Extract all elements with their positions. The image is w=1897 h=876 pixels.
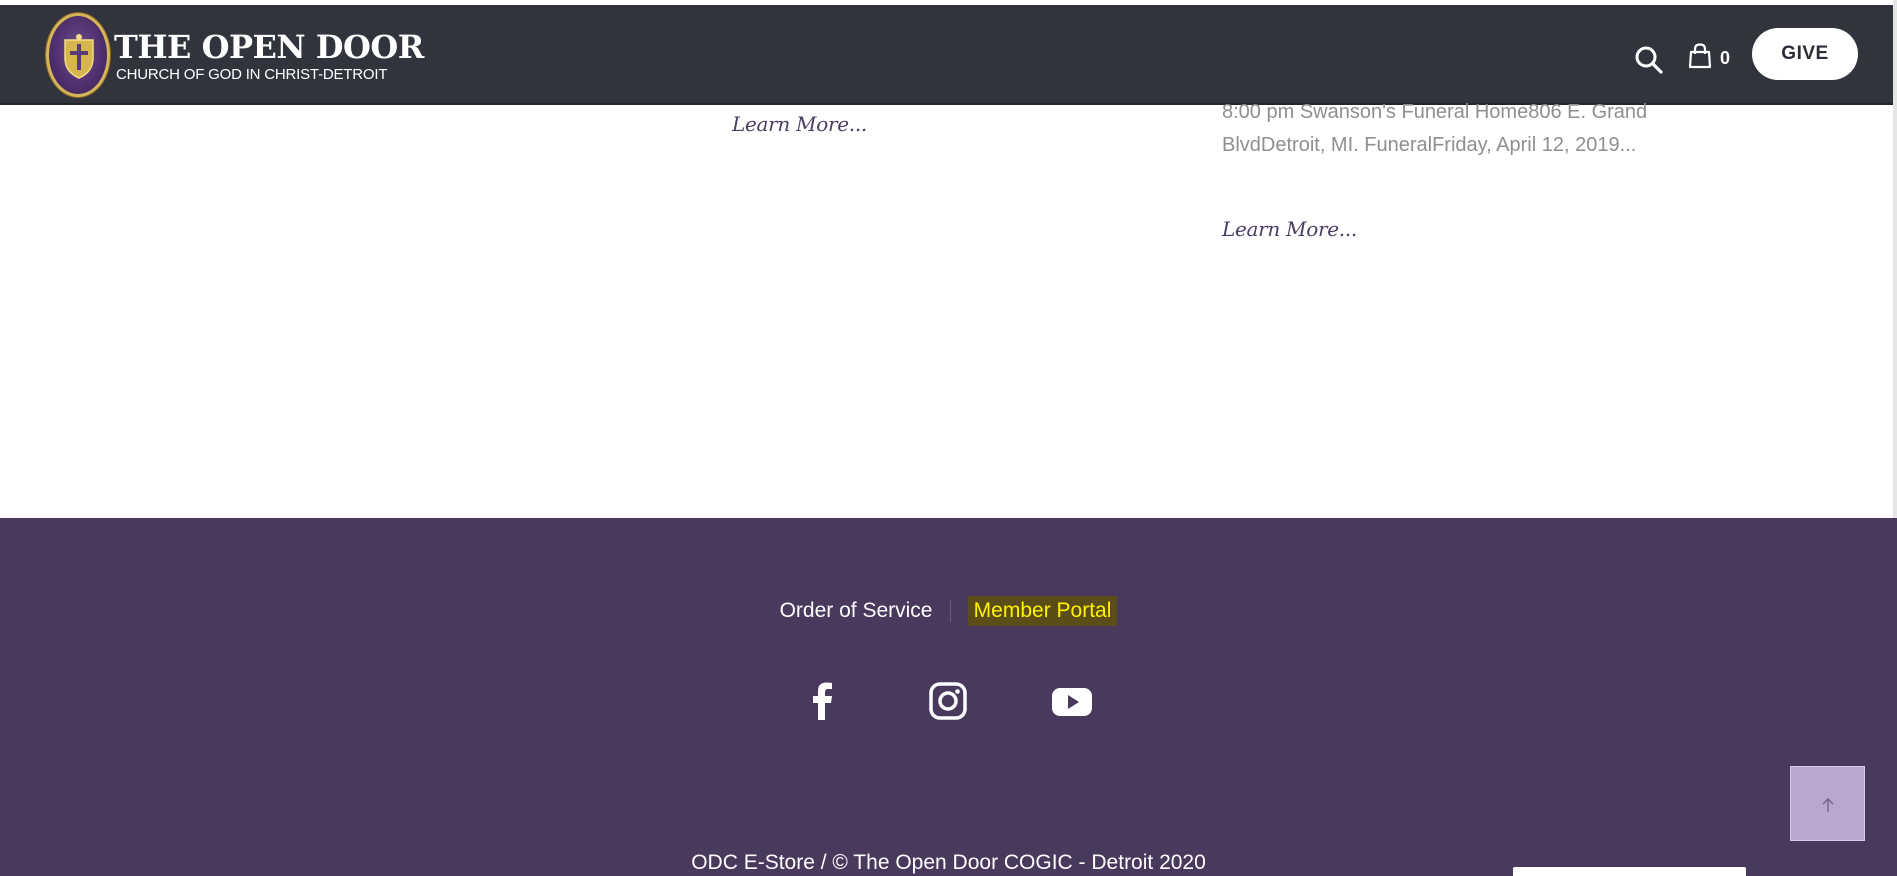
member-portal-link[interactable]: Member Portal [967, 596, 1118, 626]
chat-widget-tab[interactable] [1513, 867, 1746, 876]
shield-cross-icon [64, 34, 94, 79]
give-button[interactable]: GIVE [1752, 28, 1858, 80]
learn-more-link[interactable]: Learn More... [732, 112, 867, 136]
youtube-icon[interactable] [1051, 680, 1092, 722]
shopping-bag-icon[interactable] [1688, 43, 1712, 69]
event-excerpt: 8:00 pm Swanson's Funeral Home806 E. Gra… [1222, 101, 1648, 156]
instagram-icon[interactable] [928, 680, 968, 722]
church-seal-logo[interactable] [46, 13, 110, 97]
site-header: THE OPEN DOOR CHURCH OF GOD IN CHRIST-DE… [0, 5, 1897, 105]
search-icon[interactable] [1634, 45, 1664, 75]
back-to-top-button[interactable] [1790, 766, 1865, 841]
site-logo-subtitle[interactable]: CHURCH OF GOD IN CHRIST-DETROIT [116, 67, 387, 83]
facebook-icon[interactable] [803, 680, 843, 722]
order-of-service-link[interactable]: Order of Service [780, 598, 933, 624]
site-footer: Order of Service Member Portal ODC E-Sto… [0, 518, 1897, 876]
learn-more-link[interactable]: Learn More... [1222, 217, 1357, 241]
footer-link-divider [949, 600, 951, 622]
cart-count-badge: 0 [1720, 48, 1731, 68]
footer-nav: Order of Service Member Portal [0, 596, 1897, 626]
site-logo-title[interactable]: THE OPEN DOOR [114, 31, 424, 63]
arrow-up-icon [1822, 798, 1834, 812]
